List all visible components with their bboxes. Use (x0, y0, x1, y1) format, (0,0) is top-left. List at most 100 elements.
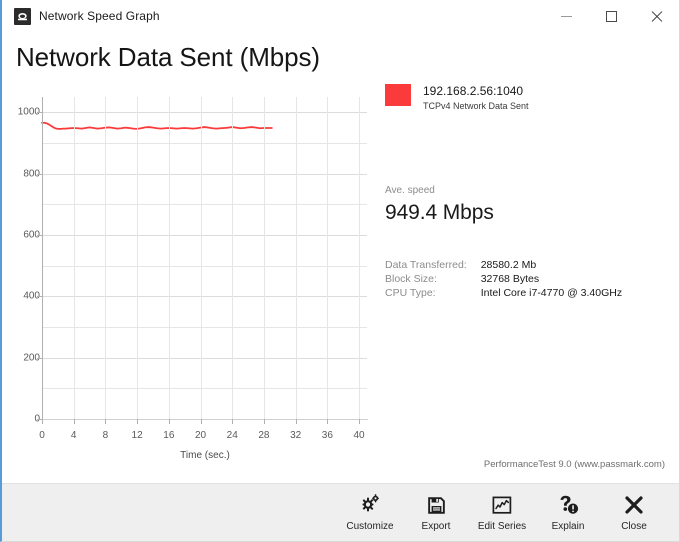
gridline-horizontal (42, 204, 367, 206)
average-speed-label: Ave. speed (385, 185, 435, 196)
plot-area (42, 97, 367, 420)
gridline-vertical (232, 97, 234, 419)
x-axis-tick-label: 40 (353, 430, 365, 441)
average-speed-value: 949.4 Mbps (385, 201, 494, 224)
gridline-horizontal (42, 327, 367, 328)
x-axis-tick-label: 32 (290, 430, 302, 441)
series-line (42, 123, 272, 129)
y-axis-tick-mark (37, 173, 42, 175)
gridline-vertical (200, 97, 202, 419)
gridline-vertical (263, 97, 265, 419)
x-axis-tick-mark (295, 419, 297, 424)
x-axis-tick-label: 4 (70, 430, 77, 441)
footer-attribution: PerformanceTest 9.0 (www.passmark.com) (483, 459, 665, 470)
minimize-button[interactable] (544, 0, 589, 32)
tool-button-label: Close (621, 521, 647, 532)
y-axis-tick-mark (37, 296, 42, 298)
maximize-button[interactable] (589, 0, 634, 32)
customize-button[interactable]: Customize (337, 487, 403, 539)
legend-color-swatch (385, 84, 411, 106)
window-title: Network Speed Graph (39, 9, 160, 23)
x-axis-tick-label: 28 (258, 430, 270, 441)
x-axis-tick-mark (105, 419, 107, 424)
close-button[interactable]: Close (601, 487, 667, 539)
stats-row: CPU Type: Intel Core i7-4770 @ 3.40GHz (385, 286, 622, 300)
page-title: Network Data Sent (Mbps) (16, 42, 320, 72)
data-series-line (42, 97, 367, 419)
y-axis-line (42, 97, 43, 420)
export-button[interactable]: Export (403, 487, 469, 539)
x-axis-tick-mark (137, 419, 139, 424)
gridline-horizontal (42, 265, 367, 267)
x-axis-tick-label: 16 (163, 430, 175, 441)
legend-title: 192.168.2.56:1040 (423, 84, 524, 98)
legend-subtitle: TCPv4 Network Data Sent (423, 101, 529, 111)
x-axis-line (42, 419, 368, 420)
gridline-vertical (105, 97, 107, 419)
x-axis-tick-mark (327, 419, 329, 424)
x-axis-tick-label: 24 (226, 430, 238, 441)
x-axis-tick-label: 8 (102, 430, 109, 441)
gridline-vertical (327, 97, 329, 419)
y-axis-tick-mark (37, 112, 42, 114)
edit-series-button[interactable]: Edit Series (469, 487, 535, 539)
line-chart-icon (491, 493, 513, 517)
floppy-disk-icon (426, 493, 447, 517)
x-axis-tick-mark (232, 419, 234, 424)
gridline-horizontal (42, 112, 367, 114)
network-adapter-icon (14, 7, 31, 25)
info-panel: 192.168.2.56:1040 TCPv4 Network Data Sen… (385, 84, 670, 300)
stats-value: Intel Core i7-4770 @ 3.40GHz (480, 287, 623, 299)
window-controls (544, 0, 679, 32)
gridline-horizontal (42, 388, 367, 390)
gridline-horizontal (42, 296, 367, 298)
tool-button-label: Export (421, 521, 451, 532)
stats-value: 32768 Bytes (480, 273, 540, 285)
legend-entry: 192.168.2.56:1040 TCPv4 Network Data Sen… (385, 84, 670, 113)
x-axis-tick-mark (200, 419, 202, 424)
gears-icon (359, 493, 381, 517)
tool-button-label: Explain (551, 521, 585, 532)
y-axis-tick-mark (37, 235, 42, 236)
chart: 02004006008001000 0481216202428323640 Ti… (2, 80, 382, 480)
x-axis-tick-label: 12 (131, 430, 143, 441)
tool-button-label: Edit Series (477, 521, 527, 532)
maximize-icon (606, 10, 617, 22)
stats-key: CPU Type: (385, 287, 436, 299)
stats-row: Data Transferred: 28580.2 Mb (385, 258, 622, 272)
gridline-vertical (168, 97, 170, 419)
x-axis-tick-mark (359, 419, 361, 424)
x-axis-tick-label: 36 (321, 430, 333, 441)
gridline-horizontal (42, 143, 367, 144)
x-axis-tick-label: 20 (194, 430, 207, 441)
x-axis-tick-mark (168, 419, 170, 424)
average-speed-block: Ave. speed 949.4 Mbps (385, 185, 670, 226)
close-window-button[interactable] (634, 0, 679, 32)
stats-table: Data Transferred: 28580.2 Mb Block Size: 32… (385, 258, 622, 300)
stats-key: Block Size: (385, 273, 437, 285)
gridline-horizontal (42, 357, 367, 359)
x-axis-tick-mark (73, 419, 75, 424)
close-icon (650, 10, 663, 23)
gridline-vertical (73, 97, 75, 419)
gridline-horizontal (42, 173, 367, 175)
stats-value: 28580.2 Mb (480, 259, 537, 271)
gridline-horizontal (42, 235, 367, 236)
question-mark-icon (557, 493, 579, 517)
tool-button-label: Customize (346, 521, 394, 532)
bottom-toolbar: Customize Export Edit Series Explain Close (2, 483, 679, 541)
x-axis-tick-mark (263, 419, 265, 424)
stats-key: Data Transferred: (385, 259, 467, 271)
minimize-icon (561, 15, 572, 17)
y-axis-tick-mark (37, 357, 42, 359)
gridline-vertical (137, 97, 139, 419)
x-axis-title: Time (sec.) (180, 450, 230, 461)
close-x-icon (623, 493, 645, 517)
x-axis-tick-mark (42, 419, 43, 424)
explain-button[interactable]: Explain (535, 487, 601, 539)
x-axis-tick-label: 0 (39, 430, 45, 441)
title-bar: Network Speed Graph (2, 0, 679, 32)
gridline-vertical (295, 97, 297, 419)
stats-row: Block Size: 32768 Bytes (385, 272, 622, 286)
gridline-vertical (359, 97, 361, 419)
